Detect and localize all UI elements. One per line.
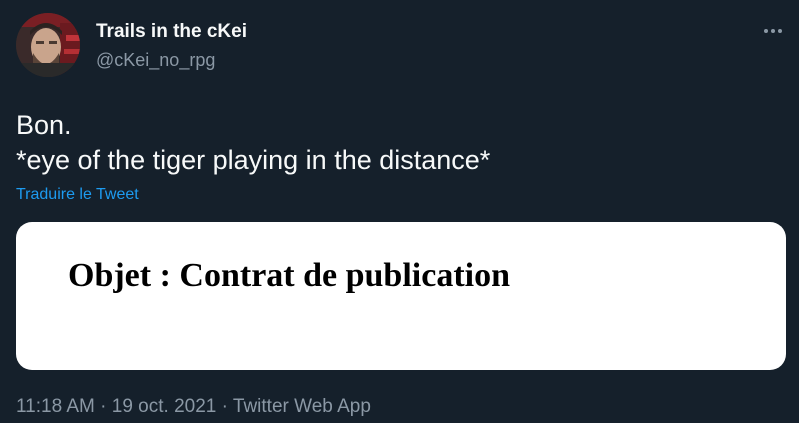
tweet-date[interactable]: 19 oct. 2021 xyxy=(112,396,217,417)
tweet-text: Bon. *eye of the tiger playing in the di… xyxy=(16,110,491,175)
more-options-button[interactable] xyxy=(759,20,787,42)
tweet-metadata: 11:18 AM · 19 oct. 2021 · Twitter Web Ap… xyxy=(16,395,371,419)
meta-separator: · xyxy=(94,396,112,417)
author-display-name[interactable]: Trails in the cKei xyxy=(96,21,247,43)
avatar[interactable] xyxy=(16,13,80,77)
tweet-time[interactable]: 11:18 AM xyxy=(16,396,95,417)
translate-tweet-link[interactable]: Traduire le Tweet xyxy=(16,185,139,205)
tweet-media-image[interactable]: Objet : Contrat de publication xyxy=(16,222,786,370)
tweet-source[interactable]: Twitter Web App xyxy=(233,396,371,417)
author-handle[interactable]: @cKei_no_rpg xyxy=(96,49,215,71)
avatar-image xyxy=(16,13,80,77)
media-image-text: Objet : Contrat de publication xyxy=(68,257,510,294)
meta-separator: · xyxy=(216,396,233,417)
more-horizontal-icon xyxy=(764,29,782,33)
